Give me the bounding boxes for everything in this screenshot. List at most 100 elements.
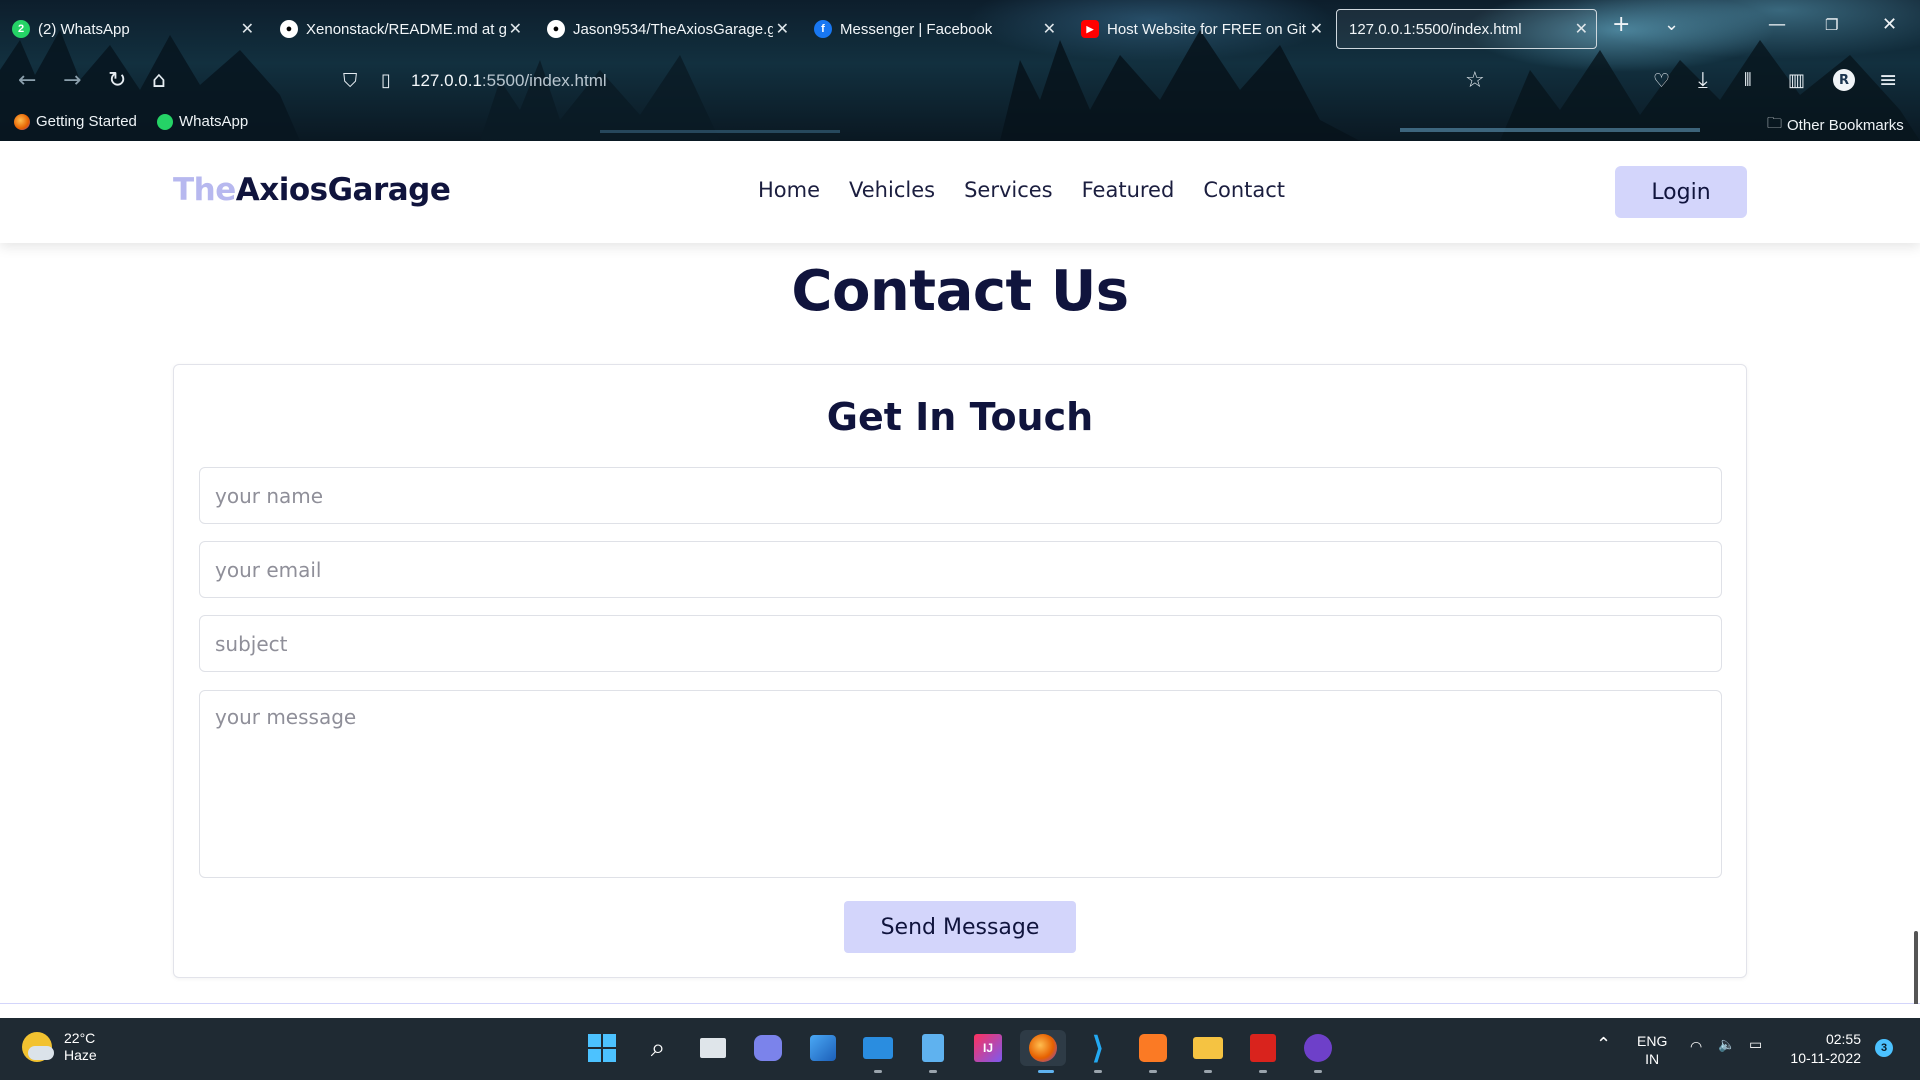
download-icon[interactable]: ⤓: [1698, 68, 1708, 93]
running-indicator: [929, 1070, 937, 1073]
footer-strip: [0, 1003, 1920, 1004]
sidebar-icon[interactable]: ▥: [1788, 70, 1805, 91]
profile-avatar[interactable]: R: [1833, 69, 1855, 91]
close-tab-icon[interactable]: ✕: [1575, 19, 1588, 39]
language-indicator[interactable]: ENG IN: [1637, 1032, 1667, 1068]
github-desktop-icon[interactable]: [1300, 1030, 1336, 1066]
nav-featured[interactable]: Featured: [1082, 178, 1175, 202]
url-path: :5500/index.html: [481, 71, 607, 90]
bookmark-getting-started[interactable]: Getting Started: [14, 113, 137, 130]
tab-localhost[interactable]: 127.0.0.1:5500/index.html ✕: [1336, 9, 1597, 49]
active-indicator: [1038, 1070, 1054, 1073]
minimize-icon[interactable]: —: [1768, 14, 1786, 35]
clock-time: 02:55: [1825, 1031, 1861, 1047]
youtube-icon: ▶: [1081, 20, 1099, 38]
subject-input[interactable]: [199, 615, 1722, 672]
close-tab-icon[interactable]: ✕: [1310, 19, 1323, 39]
bookmarks-toolbar: Getting Started WhatsApp 🗀 Other Bookmar…: [0, 110, 1920, 138]
tab-whatsapp[interactable]: 2 (2) WhatsApp ✕: [0, 9, 262, 49]
page-icon: ▯: [381, 70, 391, 91]
xampp-icon[interactable]: [1135, 1030, 1171, 1066]
start-icon[interactable]: [584, 1030, 620, 1066]
site-logo[interactable]: TheAxiosGarage: [173, 172, 451, 208]
shield-icon[interactable]: ⛉: [343, 70, 357, 92]
close-tab-icon[interactable]: ✕: [776, 19, 789, 39]
pocket-icon[interactable]: ♡: [1653, 70, 1670, 92]
weather-widget[interactable]: 22°C Haze: [22, 1030, 97, 1064]
teams-chat-icon[interactable]: [750, 1030, 786, 1066]
bookmark-star-icon[interactable]: ☆: [1465, 68, 1485, 93]
page-scrollbar[interactable]: [1914, 931, 1918, 1004]
intellij-icon[interactable]: IJ: [970, 1030, 1006, 1066]
search-icon[interactable]: ⌕: [640, 1030, 676, 1066]
name-input[interactable]: [199, 467, 1722, 524]
tab-theaxiosgarage-repo[interactable]: ● Jason9534/TheAxiosGarage.g ✕: [535, 9, 797, 49]
battery-icon[interactable]: ▭: [1749, 1036, 1762, 1053]
home-icon[interactable]: ⌂: [152, 68, 166, 93]
list-tabs-icon[interactable]: ⌄: [1664, 14, 1679, 35]
logo-main: AxiosGarage: [235, 172, 451, 208]
running-indicator: [1259, 1070, 1267, 1073]
wifi-icon[interactable]: ◠: [1690, 1038, 1702, 1055]
tab-bar: 2 (2) WhatsApp ✕ ● Xenonstack/README.md …: [0, 0, 1920, 54]
forward-icon[interactable]: →: [63, 68, 81, 93]
close-window-icon[interactable]: ✕: [1882, 14, 1897, 35]
library-icon[interactable]: ⫴: [1744, 70, 1752, 91]
other-bookmarks[interactable]: 🗀 Other Bookmarks: [1767, 113, 1904, 138]
restore-icon[interactable]: ❐: [1825, 16, 1838, 34]
url-bar[interactable]: 127.0.0.1:5500/index.html: [411, 71, 607, 91]
file-explorer-icon[interactable]: [1190, 1030, 1226, 1066]
vscode-icon[interactable]: ⟩: [1080, 1030, 1116, 1066]
web-page: TheAxiosGarage Home Vehicles Services Fe…: [0, 141, 1920, 1004]
volume-icon[interactable]: 🔈: [1718, 1036, 1735, 1053]
firefox-taskbar-icon[interactable]: [1020, 1030, 1066, 1066]
tab-youtube[interactable]: ▶ Host Website for FREE on Git ✕: [1069, 9, 1331, 49]
whatsapp-icon: [157, 113, 173, 130]
tab-title: (2) WhatsApp: [38, 20, 130, 38]
tab-messenger[interactable]: f Messenger | Facebook ✕: [802, 9, 1064, 49]
nav-home[interactable]: Home: [758, 178, 820, 202]
close-tab-icon[interactable]: ✕: [509, 19, 522, 39]
show-hidden-icons[interactable]: ⌃: [1596, 1034, 1611, 1055]
clock[interactable]: 02:55 10-11-2022: [1789, 1030, 1861, 1068]
tab-title: 127.0.0.1:5500/index.html: [1349, 20, 1522, 38]
message-textarea[interactable]: [199, 690, 1722, 878]
mail-icon[interactable]: [860, 1030, 896, 1066]
notepad-icon[interactable]: [915, 1030, 951, 1066]
github-icon: ●: [547, 20, 565, 38]
whatsapp-icon: 2: [12, 20, 30, 38]
language-line1: ENG: [1637, 1033, 1668, 1049]
close-tab-icon[interactable]: ✕: [1043, 19, 1056, 39]
tab-title: Xenonstack/README.md at g: [306, 20, 506, 38]
tab-title: Messenger | Facebook: [840, 20, 993, 38]
logo-accent: The: [173, 172, 236, 208]
notification-badge[interactable]: 3: [1875, 1039, 1893, 1057]
bookmark-whatsapp[interactable]: WhatsApp: [157, 113, 248, 130]
email-input[interactable]: [199, 541, 1722, 598]
menu-icon[interactable]: ≡: [1879, 68, 1897, 93]
github-icon: ●: [280, 20, 298, 38]
new-tab-icon[interactable]: +: [1612, 12, 1630, 37]
weather-icon: [22, 1032, 54, 1062]
nav-contact[interactable]: Contact: [1203, 178, 1285, 202]
close-tab-icon[interactable]: ✕: [241, 19, 254, 39]
bookmark-label: WhatsApp: [179, 113, 249, 130]
running-indicator: [1149, 1070, 1157, 1073]
task-view-icon[interactable]: [695, 1030, 731, 1066]
nav-services[interactable]: Services: [964, 178, 1053, 202]
clock-date: 10-11-2022: [1790, 1050, 1861, 1066]
photos-icon[interactable]: [805, 1030, 841, 1066]
section-heading: Contact Us: [0, 259, 1920, 324]
reload-icon[interactable]: ↻: [108, 68, 126, 93]
running-indicator: [1204, 1070, 1212, 1073]
acrobat-icon[interactable]: [1245, 1030, 1281, 1066]
nav-vehicles[interactable]: Vehicles: [849, 178, 935, 202]
back-icon[interactable]: ←: [18, 68, 36, 93]
form-title: Get In Touch: [826, 395, 1094, 439]
tab-xenonstack[interactable]: ● Xenonstack/README.md at g ✕: [268, 9, 530, 49]
send-message-button[interactable]: Send Message: [844, 901, 1076, 953]
login-button[interactable]: Login: [1615, 166, 1747, 218]
site-header: TheAxiosGarage Home Vehicles Services Fe…: [0, 141, 1920, 243]
section-title-text: Contact Us: [791, 259, 1129, 324]
main-nav: Home Vehicles Services Featured Contact: [758, 178, 1314, 202]
